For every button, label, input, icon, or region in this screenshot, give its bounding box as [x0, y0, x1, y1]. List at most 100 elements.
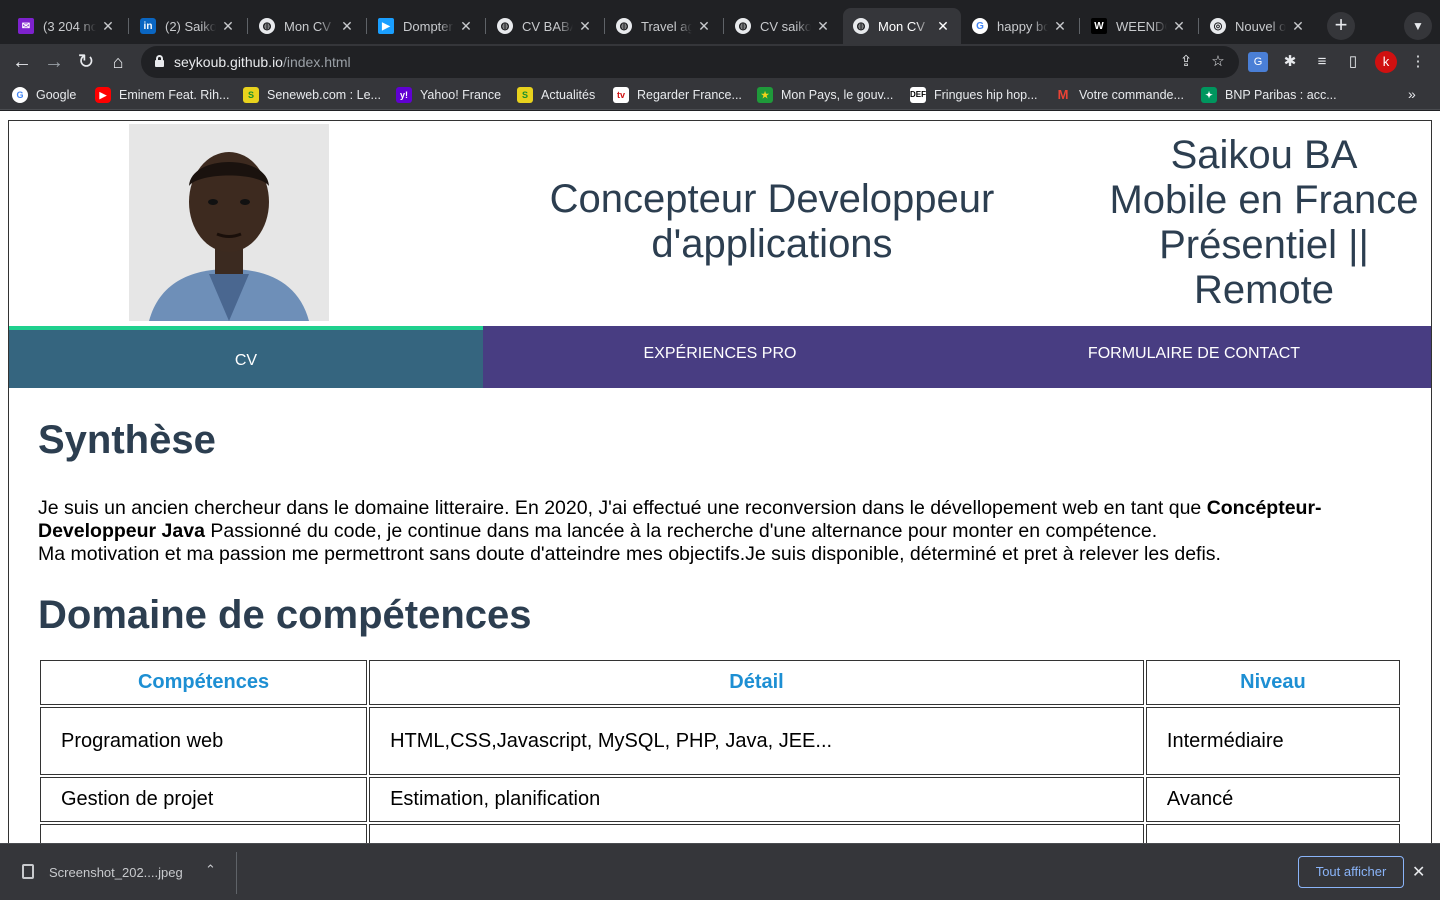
- tab-strip: ✉ (3 204 non lus) ✕ in (2) Saikou BA ✕ ◍…: [0, 0, 1440, 44]
- file-icon[interactable]: [22, 864, 34, 879]
- candidate-name: Saikou BA: [1170, 133, 1358, 177]
- table-cell: Programation web: [40, 707, 368, 775]
- bookmark-label: Seneweb.com : Le...: [267, 88, 381, 102]
- weendo-icon: W: [1091, 18, 1107, 34]
- close-icon[interactable]: ✕: [577, 18, 593, 35]
- table-cell: Intermédiaire: [1145, 707, 1400, 775]
- table-cell: HTML,CSS,Javascript, MySQL, PHP, Java, J…: [369, 707, 1144, 775]
- browser-tab[interactable]: ◍ Mon CV ✕: [249, 8, 365, 44]
- browser-tab-active[interactable]: ◍ Mon CV ✕: [843, 8, 961, 44]
- browser-toolbar: ← → ↻ ⌂ seykoub.github.io/index.html ⇪ ☆…: [0, 44, 1440, 80]
- seneweb-icon: S: [517, 87, 533, 103]
- url-path: /index.html: [282, 54, 351, 70]
- mobility-line: Mobile en France: [1109, 178, 1419, 222]
- tab-search-button[interactable]: ▼: [1404, 12, 1432, 40]
- synthese-text-1: Je suis un ancien chercheur dans le doma…: [38, 497, 1207, 519]
- globe-icon: ◍: [853, 18, 869, 34]
- download-file-name[interactable]: Screenshot_202....jpeg: [49, 865, 183, 880]
- table-cell: Avancé: [1145, 777, 1400, 822]
- def-icon: DEF: [910, 87, 926, 103]
- close-icon[interactable]: ✕: [100, 18, 116, 35]
- tab-label: WEENDO: [1116, 18, 1167, 34]
- synthese-heading: Synthèse: [38, 418, 216, 462]
- close-icon[interactable]: ✕: [458, 18, 474, 35]
- bookmark-item[interactable]: M Votre commande...: [1055, 86, 1184, 104]
- address-bar[interactable]: seykoub.github.io/index.html ⇪ ☆: [141, 46, 1239, 78]
- bookmark-item[interactable]: ✦ BNP Paribas : acc...: [1201, 86, 1337, 104]
- column-header-competences: Compétences: [40, 660, 368, 705]
- close-icon[interactable]: ✕: [220, 18, 236, 35]
- tab-label: Travel agency: [641, 18, 692, 34]
- show-all-downloads-button[interactable]: Tout afficher: [1298, 856, 1404, 888]
- browser-tab[interactable]: W WEENDO ✕: [1081, 8, 1197, 44]
- bookmark-item[interactable]: ▶ Eminem Feat. Rih...: [95, 86, 229, 104]
- reload-button[interactable]: ↻: [72, 48, 100, 76]
- table-cell: [40, 824, 368, 843]
- profile-avatar[interactable]: k: [1375, 51, 1397, 73]
- bookmark-item[interactable]: DEF Fringues hip hop...: [910, 86, 1038, 104]
- bookmark-item[interactable]: ★ Mon Pays, le gouv...: [757, 86, 893, 104]
- nav-tab-cv[interactable]: CV: [9, 326, 483, 388]
- close-icon[interactable]: ✕: [1412, 862, 1425, 882]
- bookmark-item[interactable]: G Google: [12, 86, 76, 104]
- close-icon[interactable]: ✕: [339, 18, 355, 35]
- bnp-icon: ✦: [1201, 87, 1217, 103]
- close-icon[interactable]: ✕: [1290, 18, 1306, 35]
- bookmark-item[interactable]: S Seneweb.com : Le...: [243, 86, 381, 104]
- bookmarks-bar: G Google ▶ Eminem Feat. Rih... S Seneweb…: [0, 80, 1440, 110]
- tab-separator: [723, 18, 724, 34]
- close-icon[interactable]: ✕: [815, 18, 831, 35]
- browser-tab[interactable]: ◍ CV BABA ✕: [487, 8, 603, 44]
- close-icon[interactable]: ✕: [696, 18, 712, 35]
- tab-label: (3 204 non lus): [43, 18, 96, 34]
- browser-tab[interactable]: ◍ CV saikou ✕: [725, 8, 841, 44]
- cv-header: Concepteur Developpeur d'applications Sa…: [9, 121, 1431, 326]
- bookmark-item[interactable]: tv Regarder France...: [613, 86, 742, 104]
- tab-separator: [247, 18, 248, 34]
- yahoo-icon: y!: [396, 87, 412, 103]
- tab-separator: [1198, 18, 1199, 34]
- nav-tab-contact-form[interactable]: FORMULAIRE DE CONTACT: [957, 326, 1431, 388]
- browser-tab[interactable]: ◍ Travel agency ✕: [606, 8, 722, 44]
- close-icon[interactable]: ✕: [1171, 18, 1187, 35]
- linkedin-icon: in: [140, 18, 156, 34]
- column-header-detail: Détail: [369, 660, 1144, 705]
- download-bar: Screenshot_202....jpeg ⌃ Tout afficher ✕: [0, 843, 1440, 900]
- tab-label: (2) Saikou BA: [165, 18, 216, 34]
- browser-tab[interactable]: ✉ (3 204 non lus) ✕: [8, 8, 126, 44]
- close-icon[interactable]: ✕: [935, 18, 951, 35]
- back-button[interactable]: ←: [8, 48, 36, 76]
- bookmark-item[interactable]: S Actualités: [517, 86, 595, 104]
- bookmark-label: Actualités: [541, 88, 596, 102]
- browser-tab[interactable]: in (2) Saikou BA ✕: [130, 8, 246, 44]
- translate-icon[interactable]: G: [1248, 52, 1268, 72]
- url-text[interactable]: seykoub.github.io/index.html: [174, 54, 351, 70]
- bookmark-star-icon[interactable]: ☆: [1209, 53, 1227, 71]
- browser-tab[interactable]: ◎ Nouvel onglet ✕: [1200, 8, 1316, 44]
- bookmark-label: Eminem Feat. Rih...: [119, 88, 230, 102]
- browser-tab[interactable]: ▶ Dompter le ✕: [368, 8, 484, 44]
- cv-content: Synthèse Je suis un ancien chercheur dan…: [38, 417, 1404, 638]
- nav-tab-experiences[interactable]: EXPÉRIENCES PRO: [483, 326, 957, 388]
- home-button[interactable]: ⌂: [104, 48, 132, 76]
- bookmark-item[interactable]: y! Yahoo! France: [396, 86, 501, 104]
- table-cell: Gestion de projet: [40, 777, 368, 822]
- side-panel-icon[interactable]: ▯: [1343, 52, 1363, 72]
- cv-navigation: CV EXPÉRIENCES PRO FORMULAIRE DE CONTACT: [9, 326, 1431, 388]
- close-icon[interactable]: ✕: [1052, 18, 1068, 35]
- share-icon[interactable]: ⇪: [1177, 53, 1195, 71]
- bookmark-label: Yahoo! France: [420, 88, 502, 102]
- extensions-icon[interactable]: ✱: [1280, 52, 1300, 72]
- chevron-up-icon[interactable]: ⌃: [205, 862, 216, 878]
- job-title: Concepteur Developpeur d'applications: [549, 177, 995, 266]
- table-header-row: Compétences Détail Niveau: [40, 660, 1400, 705]
- forward-button[interactable]: →: [40, 48, 68, 76]
- cv-page: Concepteur Developpeur d'applications Sa…: [8, 120, 1432, 843]
- menu-icon[interactable]: ⋮: [1408, 52, 1428, 72]
- browser-tab[interactable]: G happy bo ✕: [962, 8, 1078, 44]
- new-tab-button[interactable]: +: [1327, 12, 1355, 40]
- bookmarks-overflow-icon[interactable]: »: [1408, 86, 1416, 102]
- media-control-icon[interactable]: ≡: [1312, 52, 1332, 72]
- lock-icon[interactable]: [155, 55, 164, 67]
- tab-label: Nouvel onglet: [1235, 18, 1286, 34]
